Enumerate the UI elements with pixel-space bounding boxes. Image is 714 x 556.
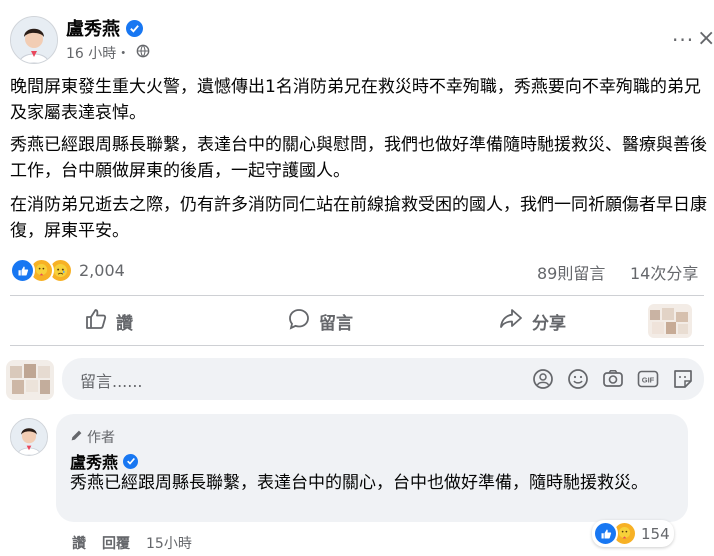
pencil-icon (70, 429, 83, 446)
author-badge-label: 作者 (87, 430, 115, 446)
like-label: 讚 (116, 313, 133, 334)
divider-bottom (10, 345, 704, 346)
comment-input-placeholder[interactable]: 留言...... (80, 368, 143, 392)
comment-like-button[interactable]: 讚 (72, 533, 86, 553)
verified-icon (126, 19, 143, 37)
comment-button[interactable]: 留言 (287, 305, 353, 337)
like-reaction-icon (10, 258, 35, 283)
post-paragraph-2: 秀燕已經跟周縣長聯繫，表達台中的關心與慰問，我們也做好準備隨時馳援救災、醫療與善… (10, 135, 707, 181)
author-avatar[interactable] (10, 16, 58, 64)
share-button[interactable]: 分享 (498, 305, 566, 337)
avatar-sticker-icon[interactable] (532, 368, 554, 390)
comment-author[interactable]: 盧秀燕 (70, 449, 139, 473)
more-options-icon[interactable]: ··· (672, 28, 694, 52)
divider-top (10, 295, 704, 296)
blurred-user-avatar[interactable] (6, 360, 54, 400)
comment-text: 秀燕已經跟周縣長聯繫，表達台中的關心，台中也做好準備，隨時馳援救災。 (70, 473, 648, 493)
camera-icon[interactable] (602, 368, 624, 390)
comment-author-name[interactable]: 盧秀燕 (70, 449, 118, 473)
shares-count[interactable]: 14次分享 (630, 260, 698, 284)
like-icon (84, 307, 108, 336)
svg-text:GIF: GIF (642, 376, 655, 385)
comment-reply-button[interactable]: 回覆 (102, 533, 130, 553)
comment-reactions[interactable]: 154 (592, 520, 674, 547)
like-reaction-icon (593, 521, 618, 546)
comment-author-avatar[interactable] (10, 418, 48, 456)
gif-icon[interactable]: GIF (637, 368, 659, 390)
sticker-icon[interactable] (672, 368, 694, 390)
comment-bubble (56, 414, 688, 522)
comments-count[interactable]: 89則留言 (537, 260, 605, 284)
author-badge: 作者 (70, 427, 115, 447)
emoji-icon[interactable] (567, 368, 589, 390)
share-icon (498, 307, 524, 336)
close-icon[interactable]: × (697, 26, 714, 51)
comment-reaction-count: 154 (641, 524, 670, 543)
reaction-count[interactable]: 2,004 (79, 261, 125, 280)
post-author[interactable]: 盧秀燕 (66, 15, 143, 41)
post-author-name[interactable]: 盧秀燕 (66, 15, 120, 41)
comment-icon (287, 307, 311, 336)
post-paragraph-1: 晚間屏東發生重大火警，遺憾傳出1名消防弟兄在救災時不幸殉職，秀燕要向不幸殉職的弟… (10, 77, 701, 123)
reactions-summary[interactable]: 2,004 (10, 258, 125, 283)
blurred-viewer-avatar[interactable] (648, 304, 692, 338)
verified-icon (123, 453, 139, 469)
like-button[interactable]: 讚 (84, 305, 133, 337)
comment-time[interactable]: 15小時 (146, 533, 192, 553)
share-label: 分享 (532, 313, 566, 334)
post-time[interactable]: 16 小時・ (66, 43, 130, 63)
comment-actions: 讚 回覆 15小時 (72, 533, 192, 553)
globe-icon (136, 44, 150, 62)
comment-label: 留言 (319, 313, 353, 334)
post-meta: 16 小時・ (66, 43, 150, 63)
post-paragraph-3: 在消防弟兄逝去之際，仍有許多消防同仁站在前線搶救受困的國人，我們一同祈願傷者早日… (10, 195, 707, 241)
